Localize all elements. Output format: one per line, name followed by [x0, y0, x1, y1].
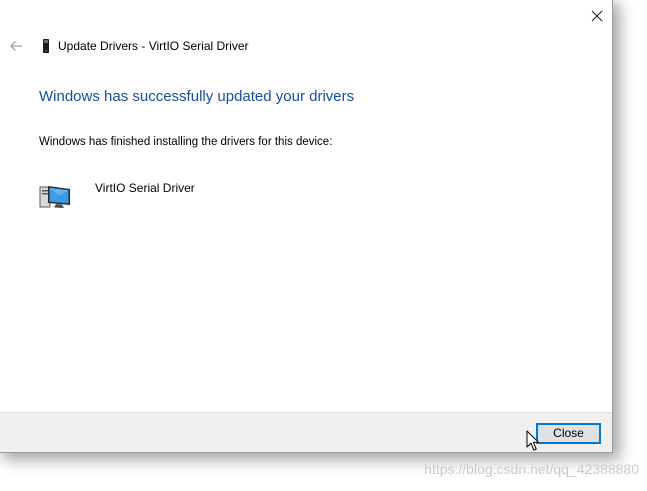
close-button[interactable]: Close — [536, 423, 601, 444]
watermark: https://blog.csdn.net/qq_42388880 — [424, 461, 639, 477]
close-icon — [591, 10, 603, 22]
device-name: VirtIO Serial Driver — [95, 181, 195, 195]
computer-device-icon — [39, 184, 73, 210]
success-heading: Windows has successfully updated your dr… — [39, 88, 355, 105]
install-message: Windows has finished installing the driv… — [39, 136, 333, 148]
dialog-footer: Close — [0, 412, 612, 452]
dialog-title: Update Drivers - VirtIO Serial Driver — [58, 39, 249, 53]
close-window-button[interactable] — [584, 4, 610, 28]
back-button[interactable] — [7, 38, 25, 54]
update-drivers-dialog: Update Drivers - VirtIO Serial Driver Wi… — [0, 0, 613, 453]
back-arrow-icon — [10, 41, 22, 51]
mouse-cursor-icon — [526, 430, 540, 451]
device-small-icon — [40, 38, 52, 54]
